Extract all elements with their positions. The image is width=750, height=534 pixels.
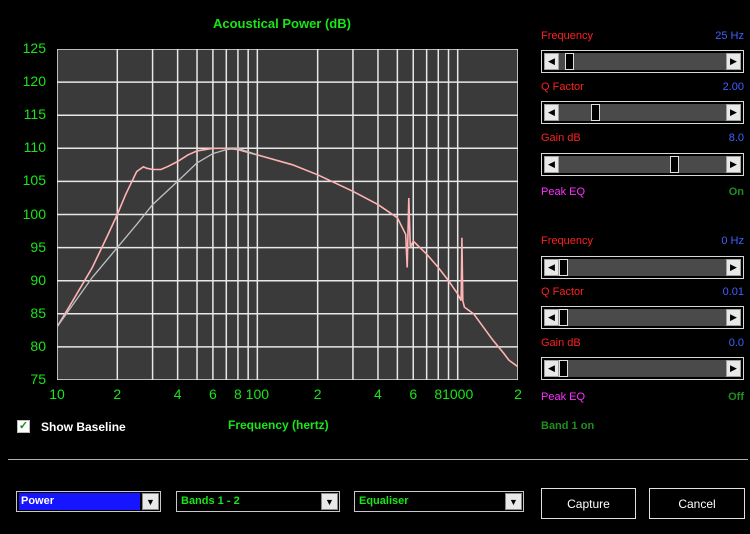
y-tick-label: 115 [23,106,46,123]
scroll-left-icon[interactable]: ◀ [544,360,559,377]
y-tick-label: 80 [30,337,46,354]
x-tick-label: 4 [173,386,182,402]
divider [8,459,748,460]
scroll-right-icon[interactable]: ▶ [726,309,741,326]
band2-gain-label: Gain dB [541,337,581,349]
y-tick-label: 125 [22,40,46,56]
band2-frequency-label: Frequency [541,235,593,247]
y-tick-label: 100 [22,205,46,222]
chart-title: Acoustical Power (dB) [213,16,351,31]
cancel-button[interactable]: Cancel [649,488,745,519]
x-axis-label: Frequency (hertz) [228,418,329,432]
slider-thumb[interactable] [669,156,679,173]
y-tick-label: 120 [22,73,46,90]
band2-gain-slider[interactable]: ◀ ▶ [541,357,744,380]
x-tick-label: 4 [374,386,382,402]
x-tick-label: 100 [245,386,270,402]
band1-gain-value: 8.0 [728,132,744,144]
band1-eq-label: Peak EQ [541,186,586,198]
band1-frequency-label: Frequency [541,30,593,42]
x-tick-label: 2 [514,386,522,402]
slider-track[interactable] [559,156,726,173]
capture-button[interactable]: Capture [541,488,636,519]
y-tick-label: 105 [22,172,46,189]
slider-track[interactable] [559,53,726,70]
band1-q-value: 2.00 [722,81,744,93]
slider-track[interactable] [559,309,726,326]
band1-frequency-slider[interactable]: ◀ ▶ [541,50,744,73]
slider-track[interactable] [559,360,726,377]
scroll-right-icon[interactable]: ▶ [726,360,741,377]
x-tick-label: 10 [49,386,65,402]
x-tick-label: 2 [313,386,322,402]
scroll-left-icon[interactable]: ◀ [544,309,559,326]
view-select[interactable]: Equaliser ▼ [354,491,524,512]
band2-frequency-value: 0 Hz [721,235,744,247]
bands-select[interactable]: Bands 1 - 2 ▼ [176,491,340,512]
y-tick-label: 95 [30,238,46,255]
y-tick-label: 90 [30,271,46,288]
slider-thumb[interactable] [590,104,600,121]
scroll-left-icon[interactable]: ◀ [544,53,559,70]
scroll-left-icon[interactable]: ◀ [544,259,559,276]
band1-q-label: Q Factor [541,81,584,93]
mode-select-value[interactable]: Power [19,493,140,510]
x-tick-label: 1000 [442,386,474,402]
scroll-right-icon[interactable]: ▶ [726,53,741,70]
band-status: Band 1 on [541,420,595,432]
slider-thumb[interactable] [559,309,568,326]
chevron-down-icon[interactable]: ▼ [142,493,159,510]
band2-q-value: 0.01 [722,286,744,298]
mode-select[interactable]: Power ▼ [16,491,161,512]
band1-q-slider[interactable]: ◀ ▶ [541,101,744,124]
chevron-down-icon[interactable]: ▼ [321,493,338,510]
slider-track[interactable] [559,104,726,121]
band1-eq-value[interactable]: On [729,186,744,198]
band1-gain-label: Gain dB [541,132,581,144]
slider-track[interactable] [559,259,726,276]
band2-eq-label: Peak EQ [541,391,586,403]
slider-thumb[interactable] [559,259,568,276]
y-tick-label: 85 [30,304,46,321]
show-baseline-checkbox[interactable]: ✓ [17,420,30,433]
band2-q-slider[interactable]: ◀ ▶ [541,306,744,329]
band2-eq-value[interactable]: Off [728,391,744,403]
chevron-down-icon[interactable]: ▼ [505,493,522,510]
view-select-value[interactable]: Equaliser [357,493,503,510]
scroll-left-icon[interactable]: ◀ [544,104,559,121]
scroll-right-icon[interactable]: ▶ [726,156,741,173]
band2-gain-value: 0.0 [728,337,744,349]
plot-area [57,49,518,380]
bands-select-value[interactable]: Bands 1 - 2 [179,493,319,510]
band1-frequency-value: 25 Hz [715,30,744,42]
scroll-left-icon[interactable]: ◀ [544,156,559,173]
slider-thumb[interactable] [559,360,568,377]
slider-thumb[interactable] [565,53,575,70]
x-tick-label: 2 [113,386,122,402]
y-tick-label: 75 [30,371,46,387]
scroll-right-icon[interactable]: ▶ [726,259,741,276]
band2-q-label: Q Factor [541,286,584,298]
band2-frequency-slider[interactable]: ◀ ▶ [541,256,744,279]
band1-gain-slider[interactable]: ◀ ▶ [541,153,744,176]
y-tick-label: 110 [23,139,46,156]
show-baseline-label[interactable]: Show Baseline [41,420,126,434]
scroll-right-icon[interactable]: ▶ [726,104,741,121]
